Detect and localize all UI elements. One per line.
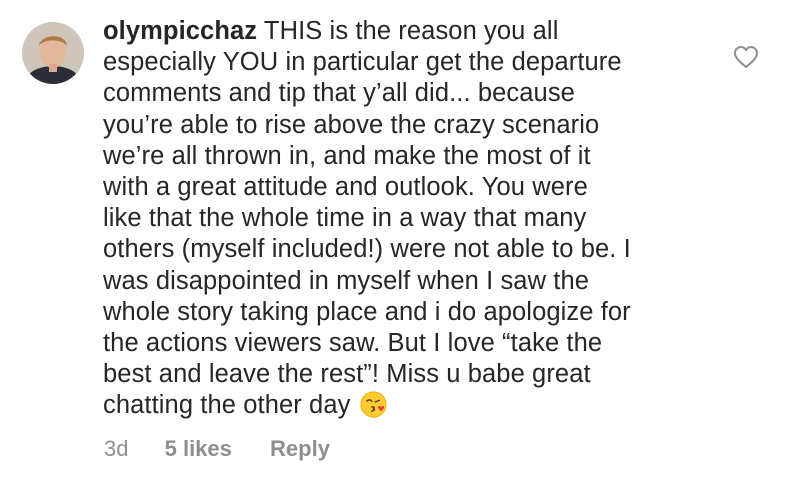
comment-line: with a great attitude and outlook. You w… bbox=[103, 173, 588, 202]
comment-likes-count[interactable]: 5 likes bbox=[165, 436, 232, 462]
comment-line: like that the whole time in a way that m… bbox=[103, 204, 587, 233]
comment-text: chatting the other day bbox=[103, 391, 351, 420]
comment: olympicchaz THIS is the reason you all e… bbox=[0, 0, 800, 485]
comment-meta: 3d 5 likes Reply bbox=[104, 436, 330, 462]
comment-line: was disappointed in myself when I saw th… bbox=[103, 266, 590, 295]
kiss-emoji-icon bbox=[360, 391, 387, 419]
comment-line: the actions viewers saw. But I love “tak… bbox=[103, 329, 603, 358]
comment-line: olympicchaz THIS is the reason you all bbox=[103, 16, 723, 47]
comment-body: olympicchaz THIS is the reason you all e… bbox=[103, 16, 723, 422]
comment-line: others (myself included!) were not able … bbox=[103, 235, 631, 264]
comment-line: we’re all thrown in, and make the most o… bbox=[103, 141, 591, 170]
avatar-image bbox=[22, 22, 84, 84]
heart-outline-icon bbox=[734, 46, 758, 68]
avatar[interactable] bbox=[22, 22, 84, 84]
username-link[interactable]: olympicchaz bbox=[103, 17, 257, 45]
comment-timestamp[interactable]: 3d bbox=[104, 436, 128, 462]
comment-line: whole story taking place and i do apolog… bbox=[103, 297, 631, 326]
comment-line: especially YOU in particular get the dep… bbox=[103, 48, 622, 77]
like-button[interactable] bbox=[733, 45, 759, 69]
comment-line: you’re able to rise above the crazy scen… bbox=[103, 110, 600, 139]
comment-line: chatting the other day bbox=[103, 390, 723, 421]
comment-line: comments and tip that y’all did... becau… bbox=[103, 79, 575, 108]
comment-line: best and leave the rest”! Miss u babe gr… bbox=[103, 360, 591, 389]
reply-button[interactable]: Reply bbox=[270, 436, 330, 462]
comment-text: THIS is the reason you all bbox=[263, 17, 559, 45]
